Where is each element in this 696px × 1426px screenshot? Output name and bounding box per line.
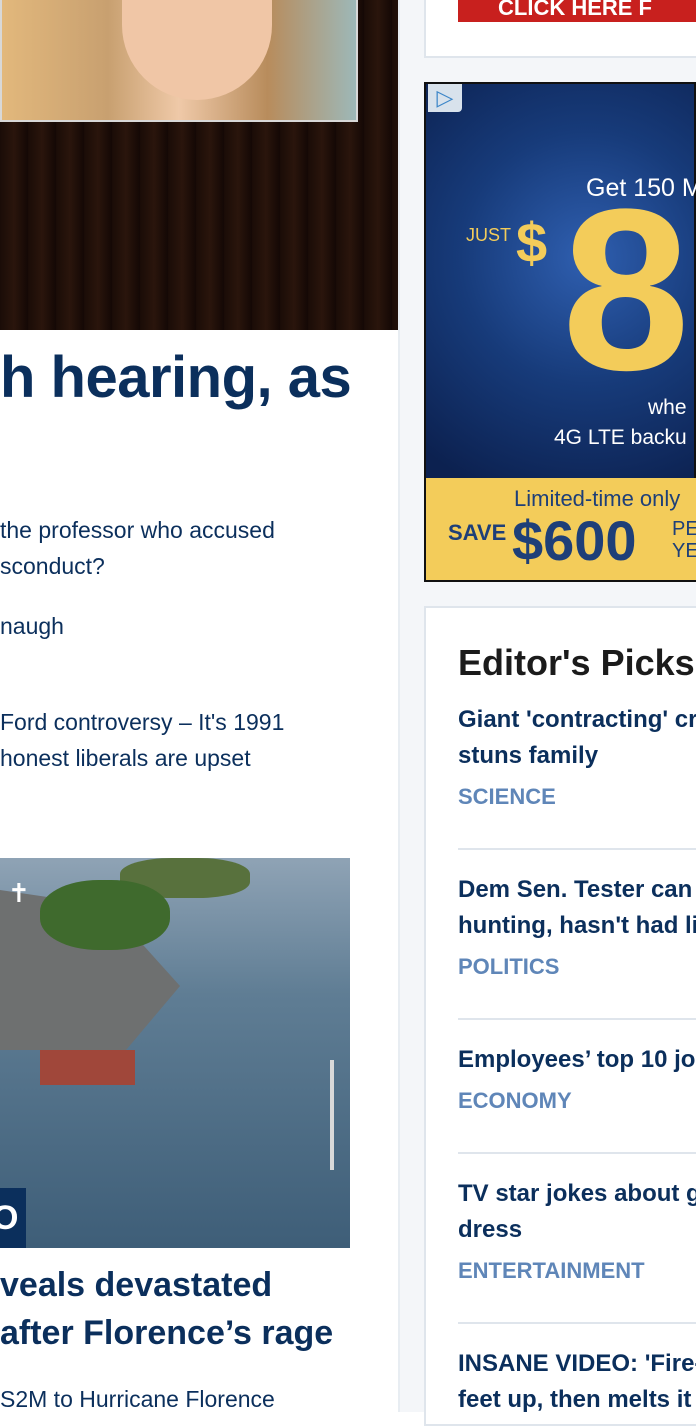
hero-inset-photo: [0, 0, 358, 122]
pick-1-title-line-1[interactable]: Giant 'contracting' cr: [458, 702, 696, 738]
pick-5-title-line-2[interactable]: feet up, then melts it: [458, 1382, 691, 1418]
pick-4-title-line-2[interactable]: dress: [458, 1212, 522, 1248]
pick-2-title-line-2[interactable]: hunting, hasn't had li: [458, 908, 696, 944]
pick-1-title-line-2[interactable]: stuns family: [458, 738, 598, 774]
column-divider: [398, 0, 400, 1412]
related-link-1-cont[interactable]: sconduct?: [0, 548, 105, 584]
story-title-line-2[interactable]: after Florence’s rage: [0, 1314, 333, 1353]
pick-4-category[interactable]: ENTERTAINMENT: [458, 1258, 645, 1284]
hero-photo[interactable]: [0, 0, 398, 330]
related-link-1[interactable]: the professor who accused: [0, 512, 275, 548]
editors-picks-title: Editor's Picks: [458, 642, 695, 683]
pick-4-title-line-1[interactable]: TV star jokes about g: [458, 1176, 696, 1212]
video-badge: O: [0, 1188, 26, 1248]
person-face-image: [122, 0, 272, 100]
click-here-button[interactable]: CLICK HERE F: [458, 0, 696, 22]
ad-year-label: YE: [672, 540, 696, 562]
ad-choices-icon[interactable]: ▷: [428, 84, 462, 112]
tree-shape: [40, 880, 170, 950]
main-headline[interactable]: h hearing, as: [0, 344, 352, 411]
pick-separator: [458, 1322, 696, 1324]
ad-lte-text: 4G LTE backu: [554, 426, 687, 449]
related-link-2[interactable]: naugh: [0, 608, 64, 644]
related-link-3[interactable]: Ford controversy – It's 1991: [0, 704, 284, 740]
story-subtitle[interactable]: S2M to Hurricane Florence: [0, 1386, 275, 1413]
ad-save-amount: $600: [512, 509, 637, 572]
pick-1-category[interactable]: SCIENCE: [458, 784, 556, 810]
ad-price: 8: [562, 161, 690, 418]
pick-3-title-line-1[interactable]: Employees’ top 10 jo: [458, 1042, 695, 1078]
pick-2-title-line-1[interactable]: Dem Sen. Tester can: [458, 872, 692, 908]
pick-separator: [458, 1152, 696, 1154]
pick-2-category[interactable]: POLITICS: [458, 954, 559, 980]
ad-save-label: SAVE: [448, 520, 507, 545]
red-building-shape: [40, 1050, 135, 1085]
ad-when-text: whe: [648, 396, 687, 419]
pick-separator: [458, 848, 696, 850]
ad-dollar-sign: $: [516, 211, 548, 274]
related-link-3-cont[interactable]: honest liberals are upset: [0, 740, 251, 776]
ad-per-label: PE: [672, 518, 696, 540]
cross-icon: ✝: [8, 878, 30, 908]
ad-just-label: JUST: [466, 225, 511, 245]
pick-separator: [458, 1018, 696, 1020]
story-title-line-1[interactable]: veals devastated: [0, 1266, 272, 1305]
pick-5-title-line-1[interactable]: INSANE VIDEO: 'Fire-: [458, 1346, 696, 1382]
pick-3-category[interactable]: ECONOMY: [458, 1088, 572, 1114]
light-pole-shape: [330, 1060, 334, 1170]
